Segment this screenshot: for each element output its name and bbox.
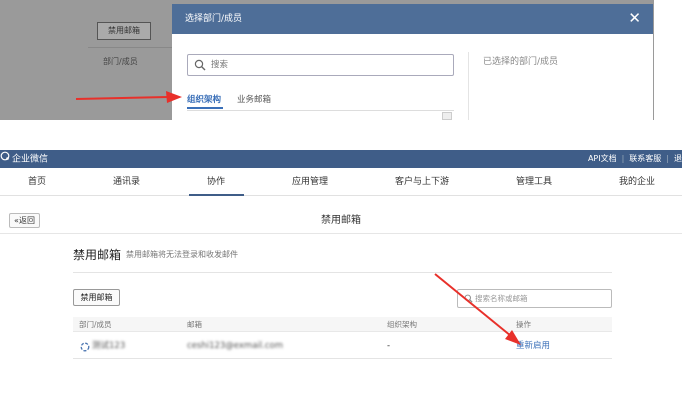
page-title: 禁用邮箱 <box>321 215 361 226</box>
annotation-arrow-reenable <box>434 273 521 345</box>
disable-mailbox-button[interactable]: 禁用邮箱 <box>73 289 120 306</box>
link-logout[interactable]: 退 <box>674 154 682 163</box>
tab-business-mail[interactable]: 业务邮箱 <box>237 93 271 105</box>
nav-admin-tools[interactable]: 管理工具 <box>516 168 552 196</box>
member-email: ceshi123@exmail.com <box>187 341 283 351</box>
close-icon[interactable]: ✕ <box>628 4 641 32</box>
link-contact-support[interactable]: 联系客服 <box>629 154 661 163</box>
column-org: 组织架构 <box>387 320 417 329</box>
sub-header: 禁用邮箱 «返回 <box>0 206 682 234</box>
nav-app-management[interactable]: 应用管理 <box>292 168 328 196</box>
nav-customers[interactable]: 客户与上下游 <box>395 168 449 196</box>
nav-home[interactable]: 首页 <box>28 168 46 196</box>
member-avatar-icon <box>80 342 90 355</box>
select-member-dialog: 选择部门/成员 ✕ 搜索 组织架构 业务邮箱 已选择的部门/成员 <box>172 4 653 120</box>
nav-my-company[interactable]: 我的企业 <box>619 168 655 196</box>
back-button[interactable]: «返回 <box>9 213 40 228</box>
annotation-arrow-org-tab <box>75 91 182 103</box>
section-title: 禁用邮箱 <box>73 248 122 262</box>
column-member: 部门/成员 <box>79 320 112 329</box>
top-bar: 企业微信 API文档 | 联系客服 | 退 <box>0 150 682 168</box>
nav-collaboration[interactable]: 协作 <box>207 168 225 196</box>
main-nav: 首页 通讯录 协作 应用管理 客户与上下游 管理工具 我的企业 <box>0 168 682 196</box>
nav-active-indicator <box>189 194 244 196</box>
dialog-column-divider <box>468 52 469 120</box>
wework-logo-icon <box>0 150 10 168</box>
top-links: API文档 | 联系客服 | 退 <box>587 154 682 163</box>
nav-contacts[interactable]: 通讯录 <box>113 168 140 196</box>
dialog-header: 选择部门/成员 ✕ <box>172 4 653 34</box>
scrollbar[interactable] <box>442 112 452 120</box>
link-api-docs[interactable]: API文档 <box>588 154 617 163</box>
column-email: 邮箱 <box>187 320 202 329</box>
logo-text: 企业微信 <box>12 154 49 165</box>
app-logo[interactable]: 企业微信 <box>0 150 48 169</box>
selected-members-title: 已选择的部门/成员 <box>483 57 559 67</box>
member-org: - <box>387 341 391 351</box>
section-description: 禁用邮箱将无法登录和收发邮件 <box>126 250 238 259</box>
member-name: 测试123 <box>92 341 126 351</box>
